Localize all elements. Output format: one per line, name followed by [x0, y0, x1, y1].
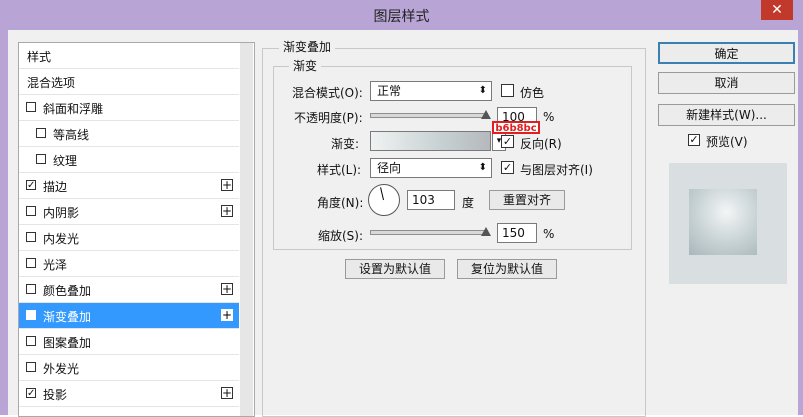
dither-label: 仿色: [520, 86, 545, 100]
style-list-item-label: 描边: [43, 180, 68, 194]
new-style-button[interactable]: 新建样式(W)...: [658, 104, 795, 126]
style-list-item-label: 内阴影: [43, 206, 80, 220]
style-list-item-label: 斜面和浮雕: [43, 102, 104, 116]
opacity-label: 不透明度(P):: [294, 111, 363, 125]
opacity-percent: %: [543, 110, 555, 124]
style-checkbox[interactable]: [26, 336, 36, 346]
style-list-item-label: 颜色叠加: [43, 284, 92, 298]
preview-checkbox[interactable]: ✓: [688, 134, 700, 146]
angle-input[interactable]: 103: [407, 190, 455, 210]
title-bar: 图层样式 ✕: [0, 0, 803, 30]
style-checkbox[interactable]: [26, 362, 36, 372]
style-list-item[interactable]: 纹理: [19, 147, 239, 173]
style-checkbox[interactable]: ✓: [26, 310, 36, 321]
gradient-swatch[interactable]: [370, 131, 491, 151]
preview-label: 预览(V): [706, 135, 748, 149]
style-checkbox[interactable]: [36, 154, 46, 164]
style-list-item[interactable]: 样式: [19, 43, 239, 69]
style-label: 样式(L):: [317, 163, 362, 177]
dialog-client: 样式混合选项斜面和浮雕等高线纹理 ✓ 描边 + 内阴影 + 内发光光泽颜色叠加 + ✓ 渐变叠加 +…: [8, 30, 798, 417]
reset-to-default-button[interactable]: 复位为默认值: [457, 259, 557, 279]
style-list-item-label: 样式: [27, 50, 52, 64]
style-list-item[interactable]: 混合选项: [19, 69, 239, 95]
style-checkbox[interactable]: [26, 258, 36, 268]
blend-mode-label: 混合模式(O):: [292, 86, 363, 100]
ok-button[interactable]: 确定: [658, 42, 795, 64]
set-as-default-button[interactable]: 设置为默认值: [345, 259, 445, 279]
preview-swatch: [689, 189, 757, 255]
style-checkbox[interactable]: [26, 284, 36, 294]
opacity-slider[interactable]: [370, 113, 488, 118]
scale-slider[interactable]: [370, 230, 488, 235]
style-list-item-label: 投影: [43, 388, 68, 402]
style-list-item[interactable]: 颜色叠加 +: [19, 277, 239, 303]
style-list-item[interactable]: ✓ 渐变叠加 +: [19, 303, 239, 329]
scale-percent: %: [543, 227, 555, 241]
gradient-hex-annotation: b6b8bc: [492, 121, 540, 134]
style-list-item[interactable]: 光泽: [19, 251, 239, 277]
style-list-item[interactable]: 斜面和浮雕: [19, 95, 239, 121]
styles-list: 样式混合选项斜面和浮雕等高线纹理 ✓ 描边 + 内阴影 + 内发光光泽颜色叠加 + ✓ 渐变叠加 +…: [18, 42, 255, 417]
select-arrow-icon: ⬍: [478, 85, 487, 96]
style-list-item-label: 渐变叠加: [43, 310, 92, 324]
style-checkbox[interactable]: [26, 102, 36, 112]
style-list-item[interactable]: 图案叠加: [19, 329, 239, 355]
style-checkbox[interactable]: ✓: [26, 180, 36, 191]
angle-degree: 度: [462, 196, 475, 210]
style-list-item[interactable]: 外发光: [19, 355, 239, 381]
style-list-item[interactable]: ✓ 投影 +: [19, 381, 239, 407]
add-effect-plus-icon[interactable]: +: [221, 283, 233, 295]
align-with-layer-checkbox[interactable]: ✓: [501, 161, 514, 174]
reverse-label: 反向(R): [520, 137, 562, 151]
dither-checkbox[interactable]: [501, 84, 514, 97]
reset-alignment-button[interactable]: 重置对齐: [489, 190, 565, 210]
layer-style-dialog: 图层样式 ✕ 样式混合选项斜面和浮雕等高线纹理 ✓ 描边 + 内阴影 + 内发光光泽颜色叠加…: [0, 0, 803, 417]
add-effect-plus-icon[interactable]: +: [221, 387, 233, 399]
dialog-title: 图层样式: [373, 9, 430, 25]
scale-slider-thumb[interactable]: [481, 227, 491, 236]
style-list-item-label: 外发光: [43, 362, 80, 376]
style-select[interactable]: 径向 ⬍: [370, 158, 492, 178]
align-with-layer-label: 与图层对齐(I): [520, 163, 593, 177]
style-list-item-label: 图案叠加: [43, 336, 92, 350]
angle-dial[interactable]: [368, 184, 400, 216]
style-checkbox[interactable]: [36, 128, 46, 138]
styles-list-scrollbar[interactable]: [240, 43, 253, 416]
gradient-label: 渐变:: [331, 137, 360, 151]
style-list-item[interactable]: 内发光: [19, 225, 239, 251]
opacity-slider-thumb[interactable]: [481, 110, 491, 119]
style-value: 径向: [377, 161, 402, 175]
style-list-item[interactable]: 等高线: [19, 121, 239, 147]
style-checkbox[interactable]: [26, 206, 36, 216]
style-list-item-label: 内发光: [43, 232, 80, 246]
style-list-item-label: 混合选项: [27, 76, 76, 90]
style-checkbox[interactable]: ✓: [26, 388, 36, 399]
add-effect-plus-icon[interactable]: +: [221, 179, 233, 191]
scale-label: 缩放(S):: [318, 229, 364, 243]
style-list-item-label: 等高线: [53, 128, 90, 142]
style-list-item[interactable]: 内阴影 +: [19, 199, 239, 225]
scale-input[interactable]: 150: [497, 223, 537, 243]
angle-label: 角度(N):: [317, 196, 364, 210]
angle-dial-hand: [380, 187, 384, 201]
style-list-item-label: 纹理: [53, 154, 78, 168]
gradient-group-title: 渐变: [289, 57, 322, 74]
add-effect-plus-icon[interactable]: +: [221, 205, 233, 217]
style-list-item-label: 光泽: [43, 258, 68, 272]
style-list-item[interactable]: ✓ 描边 +: [19, 173, 239, 199]
select-arrow-icon: ⬍: [478, 162, 487, 173]
reverse-checkbox[interactable]: ✓: [501, 135, 514, 148]
style-checkbox[interactable]: [26, 232, 36, 242]
gradient-overlay-title: 渐变叠加: [279, 38, 336, 55]
add-effect-plus-icon[interactable]: +: [221, 309, 233, 321]
cancel-button[interactable]: 取消: [658, 72, 795, 94]
close-button[interactable]: ✕: [761, 0, 793, 20]
blend-mode-value: 正常: [377, 84, 402, 98]
blend-mode-select[interactable]: 正常 ⬍: [370, 81, 492, 101]
